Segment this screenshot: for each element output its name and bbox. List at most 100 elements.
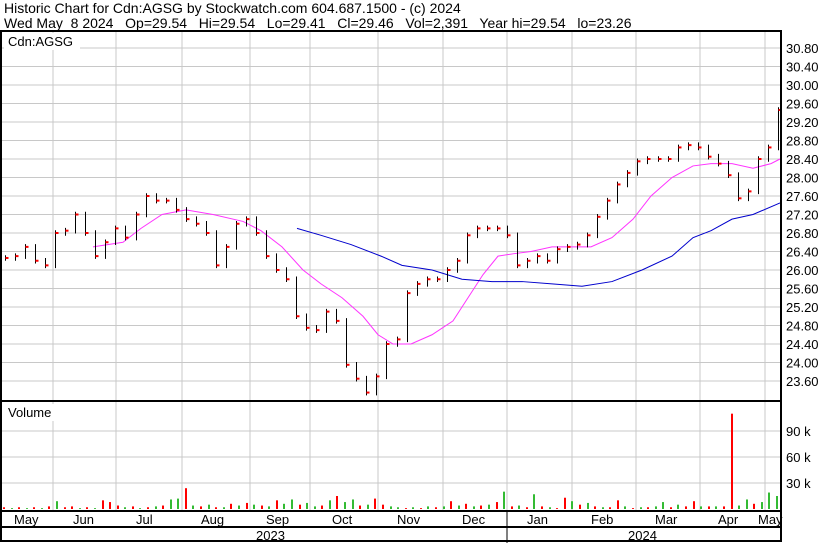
volume-bar bbox=[299, 504, 301, 509]
price-tick-label: 29.20 bbox=[786, 115, 819, 130]
price-tick-label: 23.60 bbox=[786, 374, 819, 389]
volume-bar bbox=[647, 507, 649, 509]
volume-bar bbox=[374, 498, 376, 509]
volume-bar bbox=[738, 505, 740, 509]
price-tick-label: 25.60 bbox=[786, 282, 819, 297]
volume-bar bbox=[480, 505, 482, 509]
volume-bar bbox=[473, 506, 475, 509]
month-label: May bbox=[14, 512, 39, 527]
volume-bar bbox=[397, 507, 399, 509]
volume-bar bbox=[64, 507, 66, 509]
volume-bar bbox=[700, 506, 702, 509]
price-tick-label: 28.40 bbox=[786, 152, 819, 167]
volume-bar bbox=[11, 508, 13, 509]
volume-bar bbox=[109, 502, 111, 509]
volume-bar bbox=[86, 507, 88, 509]
volume-bar bbox=[155, 506, 157, 509]
volume-bar bbox=[230, 503, 232, 509]
price-tick-label: 27.20 bbox=[786, 208, 819, 223]
price-tick-label: 26.40 bbox=[786, 245, 819, 260]
volume-bar bbox=[352, 499, 354, 509]
volume-bar bbox=[746, 499, 748, 509]
month-label: Aug bbox=[201, 512, 224, 527]
volume-bar bbox=[117, 505, 119, 509]
volume-bar bbox=[329, 500, 331, 509]
volume-bar bbox=[632, 508, 634, 509]
volume-bar bbox=[344, 502, 346, 509]
year-label-2023: 2023 bbox=[256, 528, 285, 543]
volume-bar bbox=[3, 507, 5, 509]
price-tick-label: 30.00 bbox=[786, 78, 819, 93]
volume-bar bbox=[132, 506, 134, 509]
volume-bar bbox=[412, 507, 414, 509]
volume-bars bbox=[3, 413, 778, 509]
volume-tick-label: 60 k bbox=[786, 450, 811, 465]
volume-bar bbox=[268, 506, 270, 509]
volume-bar bbox=[139, 508, 141, 509]
volume-bar bbox=[488, 504, 490, 509]
volume-bar bbox=[170, 499, 172, 509]
volume-bar bbox=[435, 507, 437, 509]
month-label: Apr bbox=[718, 512, 739, 527]
month-label: Jun bbox=[73, 512, 94, 527]
month-label: Nov bbox=[397, 512, 421, 527]
price-tick-label: 30.40 bbox=[786, 60, 819, 75]
volume-bar bbox=[238, 505, 240, 509]
volume-bar bbox=[71, 506, 73, 509]
volume-bar bbox=[723, 506, 725, 509]
price-tick-label: 28.80 bbox=[786, 134, 819, 149]
volume-bar bbox=[261, 505, 263, 509]
price-tick-label: 27.60 bbox=[786, 189, 819, 204]
volume-bar bbox=[94, 508, 96, 509]
volume-bar bbox=[541, 506, 543, 509]
month-label: Jul bbox=[136, 512, 153, 527]
volume-bar bbox=[693, 501, 695, 509]
ma-long-line bbox=[296, 202, 781, 287]
price-tick-label: 26.80 bbox=[786, 226, 819, 241]
volume-tick-label: 30 k bbox=[786, 476, 811, 491]
volume-bar bbox=[564, 497, 566, 509]
volume-bar bbox=[367, 504, 369, 509]
volume-bar bbox=[465, 503, 467, 509]
volume-bar bbox=[253, 504, 255, 509]
volume-bar bbox=[715, 506, 717, 509]
volume-bar bbox=[685, 506, 687, 509]
volume-bar bbox=[518, 505, 520, 509]
volume-bar bbox=[708, 506, 710, 509]
month-label: Sep bbox=[266, 512, 289, 527]
volume-bar bbox=[192, 505, 194, 509]
price-tick-label: 24.80 bbox=[786, 319, 819, 334]
volume-bar bbox=[458, 505, 460, 509]
volume-bar bbox=[655, 506, 657, 509]
volume-bar bbox=[594, 506, 596, 509]
volume-bar bbox=[246, 502, 248, 509]
volume-bar bbox=[390, 506, 392, 509]
volume-bar bbox=[533, 494, 535, 509]
volume-bar bbox=[579, 504, 581, 509]
volume-bar bbox=[124, 507, 126, 509]
volume-bar bbox=[503, 491, 505, 509]
volume-bar bbox=[200, 506, 202, 509]
volume-bar bbox=[215, 507, 217, 509]
volume-bar bbox=[731, 413, 733, 509]
grid bbox=[0, 31, 781, 511]
volume-bar bbox=[662, 502, 664, 509]
volume-bar bbox=[162, 505, 164, 509]
volume-bar bbox=[79, 508, 81, 509]
volume-bar bbox=[56, 501, 58, 509]
volume-bar bbox=[321, 505, 323, 509]
symbol-label: Cdn:AGSG bbox=[8, 34, 73, 49]
volume-bar bbox=[670, 507, 672, 509]
volume-bar bbox=[617, 500, 619, 509]
volume-bar bbox=[549, 507, 551, 509]
month-label: Jan bbox=[527, 512, 548, 527]
volume-bar bbox=[511, 506, 513, 509]
volume-bar bbox=[761, 502, 763, 509]
volume-bar bbox=[587, 502, 589, 509]
volume-bar bbox=[768, 492, 770, 509]
volume-bar bbox=[753, 503, 755, 509]
stock-chart: Historic Chart for Cdn:AGSG by Stockwatc… bbox=[0, 0, 830, 543]
volume-bar bbox=[443, 506, 445, 509]
price-tick-label: 26.00 bbox=[786, 263, 819, 278]
volume-bar bbox=[223, 507, 225, 509]
